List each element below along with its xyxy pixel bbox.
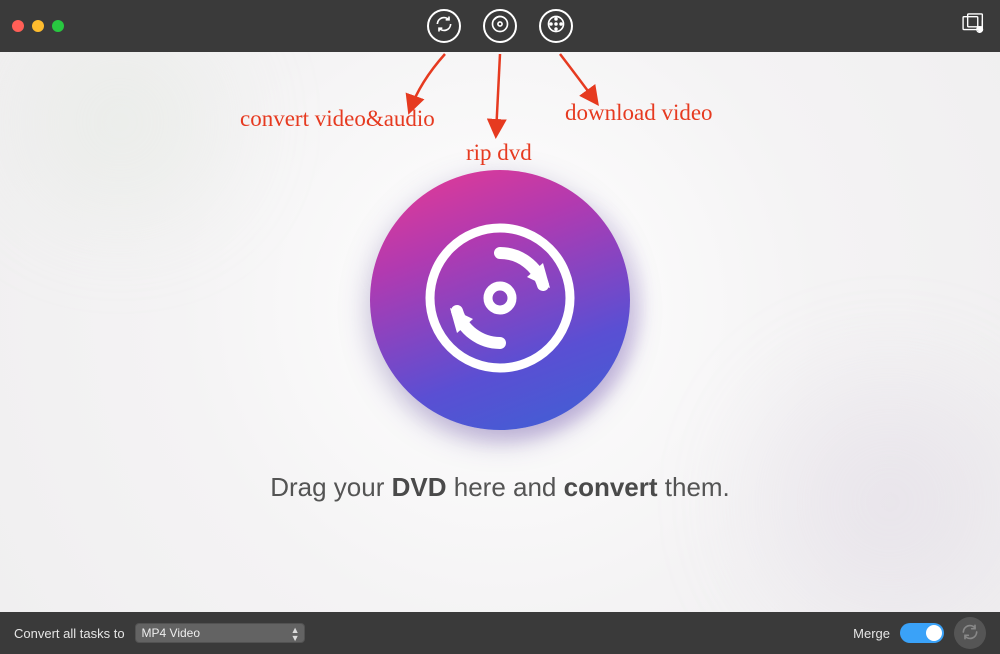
film-icon (546, 14, 566, 39)
merge-toggle[interactable] (900, 623, 944, 643)
output-format-value: MP4 Video (142, 626, 200, 640)
drag-text-part: them. (658, 472, 730, 502)
media-library-icon (962, 22, 988, 39)
center-disc (370, 170, 630, 430)
close-window-button[interactable] (12, 20, 24, 32)
drag-instruction: Drag your DVD here and convert them. (0, 472, 1000, 503)
output-format-select[interactable]: MP4 Video ▲▼ (135, 623, 305, 643)
annotation-download: download video (565, 100, 713, 126)
titlebar (0, 0, 1000, 52)
convert-logo-icon (415, 213, 585, 388)
merge-label: Merge (853, 626, 890, 641)
drag-text-part: here and (447, 472, 564, 502)
rip-dvd-mode-button[interactable] (483, 9, 517, 43)
drag-text-part: Drag your (270, 472, 391, 502)
minimize-window-button[interactable] (32, 20, 44, 32)
drag-text-bold: convert (564, 472, 658, 502)
download-video-mode-button[interactable] (539, 9, 573, 43)
mode-switcher (427, 9, 573, 43)
fullscreen-window-button[interactable] (52, 20, 64, 32)
annotation-convert: convert video&audio (240, 106, 435, 132)
media-library-button[interactable] (962, 13, 988, 40)
select-stepper-icon: ▲▼ (291, 626, 300, 642)
convert-icon (434, 14, 454, 39)
drag-text-bold: DVD (392, 472, 447, 502)
convert-all-button[interactable] (954, 617, 986, 649)
convert-all-label: Convert all tasks to (14, 626, 125, 641)
window-controls (12, 20, 64, 32)
dropzone[interactable]: convert video&audio rip dvd download vid… (0, 52, 1000, 612)
convert-mode-button[interactable] (427, 9, 461, 43)
bottombar: Convert all tasks to MP4 Video ▲▼ Merge (0, 612, 1000, 654)
disc-icon (490, 14, 510, 39)
convert-icon (960, 622, 980, 645)
